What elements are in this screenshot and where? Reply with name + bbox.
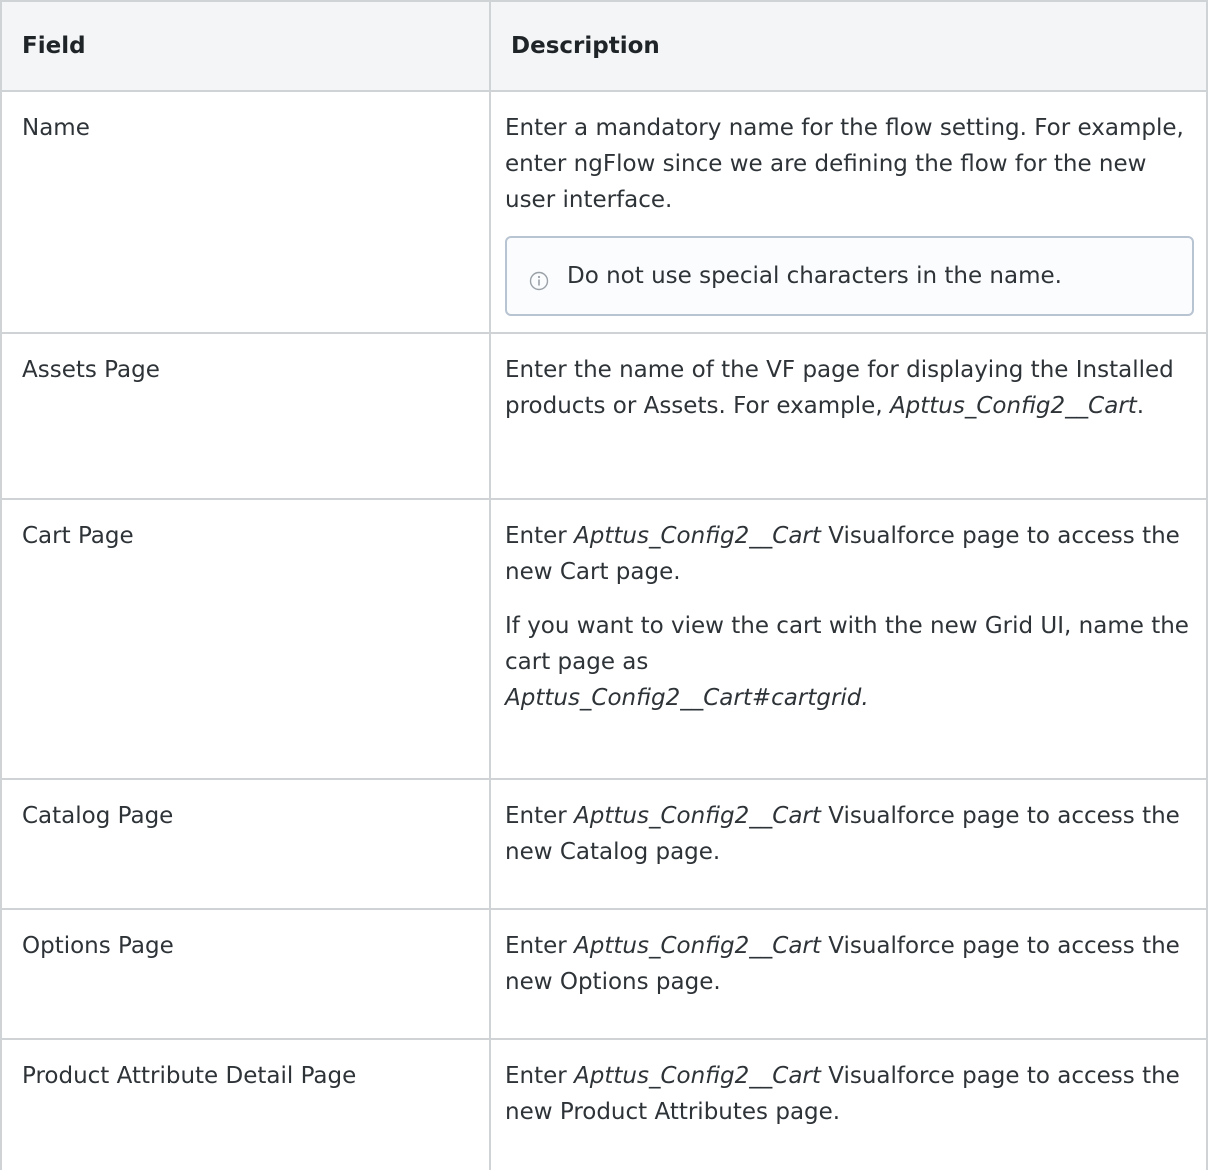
page-name-emphasis: Apttus_Config2__Cart (889, 393, 1137, 419)
description-segment: If you want to view the cart with the ne… (505, 613, 1189, 675)
note-box: Do not use special characters in the nam… (505, 236, 1194, 316)
description-segment: Enter (505, 523, 575, 549)
table-row: Catalog Page Enter Apttus_Config2__Cart … (0, 778, 1208, 910)
description-text: Enter Apttus_Config2__Cart Visualforce p… (505, 798, 1194, 870)
description-text: Enter Apttus_Config2__Cart Visualforce p… (505, 1058, 1194, 1130)
field-cell: Name (0, 90, 491, 334)
field-name: Catalog Page (22, 803, 174, 829)
description-cell: Enter Apttus_Config2__Cart Visualforce p… (489, 908, 1208, 1040)
page-name-emphasis: Apttus_Config2__Cart (574, 933, 821, 959)
description-text: Enter Apttus_Config2__Cart Visualforce p… (505, 518, 1194, 590)
field-cell: Assets Page (0, 332, 491, 500)
field-name: Options Page (22, 933, 174, 959)
field-cell: Options Page (0, 908, 491, 1040)
field-cell: Product Attribute Detail Page (0, 1038, 491, 1170)
table-row: Options Page Enter Apttus_Config2__Cart … (0, 908, 1208, 1040)
field-cell: Cart Page (0, 498, 491, 780)
description-cell: Enter Apttus_Config2__Cart Visualforce p… (489, 1038, 1208, 1170)
description-segment: Enter (505, 933, 575, 959)
description-segment: Enter (505, 1063, 575, 1089)
description-cell: Enter the name of the VF page for displa… (489, 332, 1208, 500)
field-description-table: Field Description Name Enter a mandatory… (0, 0, 1208, 1170)
header-description-label: Description (511, 33, 660, 59)
header-description: Description (489, 0, 1208, 92)
description-cell: Enter Apttus_Config2__Cart Visualforce p… (489, 498, 1208, 780)
field-name: Product Attribute Detail Page (22, 1063, 357, 1089)
header-field: Field (0, 0, 491, 92)
description-cell: Enter a mandatory name for the flow sett… (489, 90, 1208, 334)
description-text: Enter a mandatory name for the flow sett… (505, 115, 1184, 213)
page-name-emphasis: Apttus_Config2__Cart#cartgrid. (505, 685, 869, 711)
info-circle-icon (529, 266, 549, 291)
table-header-row: Field Description (0, 0, 1208, 92)
field-cell: Catalog Page (0, 778, 491, 910)
description-text-2: If you want to view the cart with the ne… (505, 608, 1194, 716)
description-segment: . (1136, 393, 1145, 419)
description-text: Enter Apttus_Config2__Cart Visualforce p… (505, 928, 1194, 1000)
description-cell: Enter Apttus_Config2__Cart Visualforce p… (489, 778, 1208, 910)
description-text: Enter the name of the VF page for displa… (505, 352, 1194, 424)
page-name-emphasis: Apttus_Config2__Cart (574, 1063, 821, 1089)
field-name: Name (22, 115, 90, 141)
note-text: Do not use special characters in the nam… (567, 263, 1062, 289)
header-field-label: Field (22, 33, 86, 59)
table-row: Cart Page Enter Apttus_Config2__Cart Vis… (0, 498, 1208, 780)
field-name: Assets Page (22, 357, 160, 383)
field-name: Cart Page (22, 523, 134, 549)
page-name-emphasis: Apttus_Config2__Cart (574, 523, 821, 549)
table-row: Name Enter a mandatory name for the flow… (0, 90, 1208, 334)
table-row: Product Attribute Detail Page Enter Aptt… (0, 1038, 1208, 1170)
table-row: Assets Page Enter the name of the VF pag… (0, 332, 1208, 500)
page-name-emphasis: Apttus_Config2__Cart (574, 803, 821, 829)
description-segment: Enter (505, 803, 575, 829)
